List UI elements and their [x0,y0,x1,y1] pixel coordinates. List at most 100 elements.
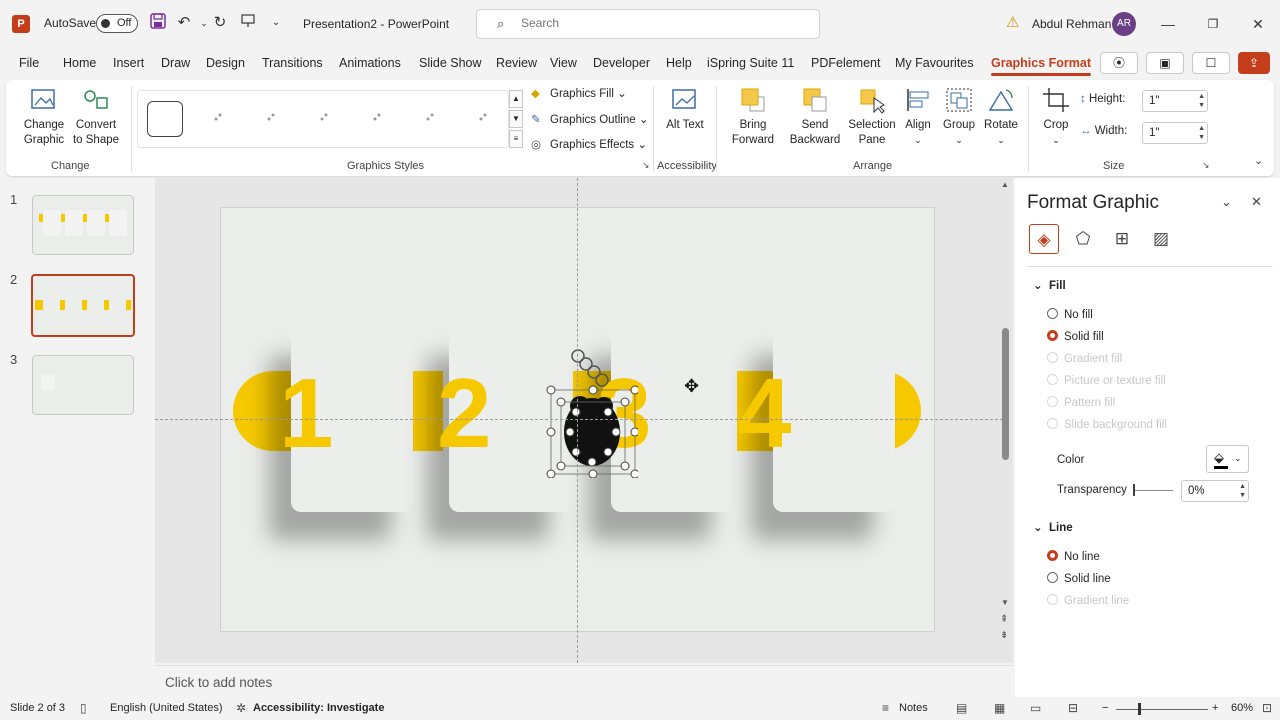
style-swatch[interactable] [465,101,501,137]
size-properties-tab-icon[interactable]: ⊞ [1107,224,1137,254]
user-name[interactable]: Abdul Rehman [1032,17,1111,31]
tab-slide-show[interactable]: Slide Show [419,56,482,70]
accessibility-status[interactable]: Accessibility: Investigate [253,702,384,714]
zoom-out-icon[interactable]: − [1102,702,1108,714]
accessibility-icon[interactable]: ✲ [236,701,246,715]
record-button[interactable]: ⦿ [1100,52,1138,74]
slide-thumbnail-1[interactable] [32,195,134,255]
autosave-toggle[interactable]: Off [96,14,138,33]
close-icon[interactable]: ✕ [1246,12,1270,36]
fill-option-pattern-fill[interactable]: Pattern fill [1047,396,1115,409]
tab-animations[interactable]: Animations [339,56,401,70]
group-button[interactable]: Group ⌄ [940,86,978,148]
notes-area[interactable]: Click to add notes [155,665,1013,697]
tab-my-favourites[interactable]: My Favourites [895,56,974,70]
alt-text-button[interactable]: Alt Text [662,86,708,133]
teams-button[interactable]: ▣ [1146,52,1184,74]
fill-option-slide-background-fill[interactable]: Slide background fill [1047,418,1167,431]
search-box[interactable]: ⌕ [476,9,820,39]
transparency-spinner[interactable]: ▲ ▼ [1239,482,1246,500]
graphics-outline-button[interactable]: ✎ Graphics Outline ⌄ [531,112,649,126]
tab-pdfelement[interactable]: PDFelement [811,56,880,70]
tab-home[interactable]: Home [63,56,96,70]
fill-option-solid-fill[interactable]: Solid fill [1047,330,1104,343]
notes-icon[interactable]: ≡ [882,701,889,715]
slideshow-view-icon[interactable]: ⊟ [1068,701,1078,715]
zoom-in-icon[interactable]: + [1212,702,1218,714]
tab-review[interactable]: Review [496,56,537,70]
comments-button[interactable]: ☐ [1192,52,1230,74]
tab-design[interactable]: Design [206,56,245,70]
fill-section-header[interactable]: ⌄ Fill [1033,278,1066,292]
notes-button[interactable]: Notes [899,702,928,714]
transparency-slider[interactable] [1133,490,1173,491]
send-backward-button[interactable]: Send Backward [784,86,846,148]
undo-icon[interactable]: ↶ [174,13,194,33]
selection-pane-button[interactable]: Selection Pane [846,86,898,148]
tab-developer[interactable]: Developer [593,56,650,70]
color-picker-button[interactable]: ⬙ ⌄ [1206,445,1249,473]
fit-to-window-icon[interactable]: ⊡ [1262,701,1272,715]
fill-option-gradient-fill[interactable]: Gradient fill [1047,352,1122,365]
zoom-slider-thumb[interactable] [1138,703,1141,715]
present-icon[interactable] [238,13,258,33]
convert-to-shape-button[interactable]: Convert to Shape [70,86,122,148]
effects-tab-icon[interactable]: ⬠ [1068,224,1098,254]
tab-draw[interactable]: Draw [161,56,190,70]
tab-view[interactable]: View [550,56,577,70]
graphics-effects-button[interactable]: ◎ Graphics Effects ⌄ [531,137,647,151]
minimize-icon[interactable]: — [1156,12,1180,36]
style-swatch[interactable] [359,101,395,137]
transparency-slider-thumb[interactable] [1133,484,1135,496]
rotate-button[interactable]: Rotate ⌄ [980,86,1022,148]
pane-options-icon[interactable]: ⌄ [1221,194,1232,210]
bring-forward-button[interactable]: Bring Forward [724,86,782,148]
tab-transitions[interactable]: Transitions [262,56,323,70]
line-option-solid-line[interactable]: Solid line [1047,572,1111,585]
tab-ispring[interactable]: iSpring Suite 11 [707,56,794,70]
tab-insert[interactable]: Insert [113,56,144,70]
gallery-scroll-up[interactable]: ▲ [509,90,523,108]
line-option-gradient-line[interactable]: Gradient line [1047,594,1129,607]
height-spinner[interactable]: ▲ ▼ [1198,92,1205,110]
fill-option-no-fill[interactable]: No fill [1047,308,1093,321]
scrollbar-thumb[interactable] [1002,328,1009,460]
vertical-scrollbar[interactable]: ▲ ▼ ⇞ ⇟ [998,178,1013,663]
zoom-slider[interactable] [1116,709,1208,710]
transparency-input[interactable]: 0% ▲ ▼ [1181,480,1249,502]
height-input[interactable]: 1" ▲ ▼ [1142,90,1208,112]
tab-graphics-format[interactable]: Graphics Format [991,56,1092,76]
style-swatch[interactable] [412,101,448,137]
gallery-more[interactable]: ≡ [509,130,523,148]
fill-line-tab-icon[interactable]: ◈ [1029,224,1059,254]
normal-view-icon[interactable]: ▤ [956,701,967,715]
redo-icon[interactable]: ↻ [210,13,230,33]
style-swatch[interactable] [200,101,236,137]
tab-help[interactable]: Help [666,56,692,70]
tab-file[interactable]: File [19,56,39,70]
line-section-header[interactable]: ⌄ Line [1033,520,1073,534]
graphics-styles-launcher-icon[interactable]: ↘ [642,160,650,171]
pane-close-icon[interactable]: ✕ [1251,194,1262,210]
fill-option-picture-fill[interactable]: Picture or texture fill [1047,374,1166,387]
restore-icon[interactable]: ❐ [1201,12,1225,36]
graphics-fill-button[interactable]: ◆ Graphics Fill ⌄ [531,86,627,100]
change-graphic-button[interactable]: Change Graphic [18,86,70,148]
line-option-no-line[interactable]: No line [1047,550,1100,563]
search-input[interactable] [521,16,801,30]
style-swatch[interactable] [147,101,183,137]
customize-toolbar-icon[interactable]: ⌄ [266,13,286,33]
warning-icon[interactable]: ⚠ [1006,15,1022,31]
gallery-scroll-down[interactable]: ▼ [509,110,523,128]
style-swatch[interactable] [306,101,342,137]
spelling-icon[interactable]: ▯ [80,701,87,715]
crop-button[interactable]: Crop ⌄ [1036,86,1076,148]
collapse-ribbon-icon[interactable]: ⌄ [1254,154,1263,167]
avatar[interactable]: AR [1112,12,1136,36]
save-icon[interactable] [148,13,168,33]
scroll-up-icon[interactable]: ▲ [1001,180,1009,189]
selected-graphic[interactable] [546,346,640,479]
language[interactable]: English (United States) [110,702,223,714]
slide-thumbnail-2[interactable] [31,274,135,337]
size-launcher-icon[interactable]: ↘ [1202,160,1210,171]
